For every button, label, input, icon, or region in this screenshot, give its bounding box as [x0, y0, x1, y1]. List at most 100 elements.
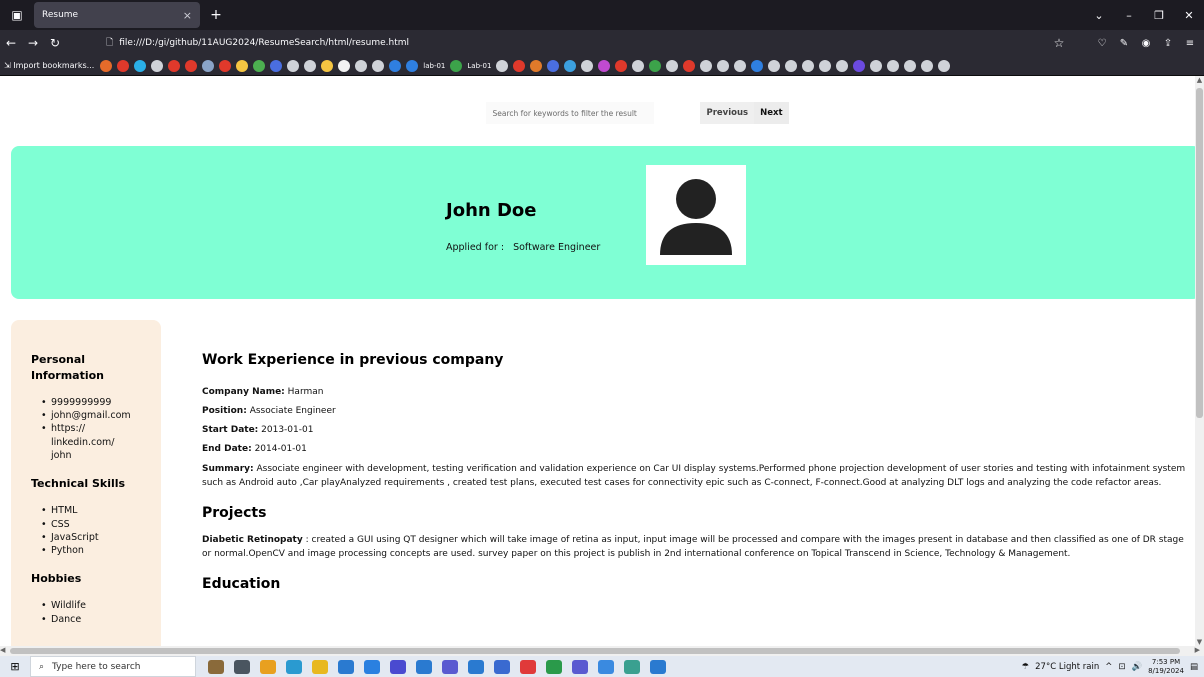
- bookmark-favicon-icon[interactable]: [338, 59, 351, 72]
- bookmark-favicon-icon[interactable]: [168, 59, 181, 72]
- bookmark-label[interactable]: lab-01: [423, 62, 445, 70]
- taskbar-app-icon[interactable]: [234, 659, 250, 674]
- bookmark-label[interactable]: Lab-01: [467, 62, 491, 70]
- bookmark-favicon-icon[interactable]: [321, 59, 334, 72]
- taskbar-app-icon[interactable]: [572, 659, 588, 674]
- bookmark-favicon-icon[interactable]: [202, 59, 215, 72]
- bookmark-favicon-icon[interactable]: [253, 59, 266, 72]
- minimize-icon[interactable]: –: [1114, 9, 1144, 22]
- bookmark-favicon-icon[interactable]: [921, 59, 934, 72]
- taskbar-app-icon[interactable]: [624, 659, 640, 674]
- tray-chevron-up-icon[interactable]: ^: [1105, 662, 1112, 672]
- bookmark-favicon-icon[interactable]: [819, 59, 832, 72]
- menu-hamburger-icon[interactable]: ≡: [1182, 38, 1198, 49]
- taskbar-app-icon[interactable]: [364, 659, 380, 674]
- bookmark-favicon-icon[interactable]: [581, 59, 594, 72]
- bookmark-favicon-icon[interactable]: [938, 59, 951, 72]
- bookmark-favicon-icon[interactable]: [785, 59, 798, 72]
- windows-start-icon[interactable]: ⊞: [0, 660, 30, 673]
- bookmark-star-icon[interactable]: ☆: [1024, 36, 1094, 50]
- bookmark-favicon-icon[interactable]: [304, 59, 317, 72]
- tab-list-icon[interactable]: ▣: [6, 4, 28, 26]
- scroll-left-icon[interactable]: ◀: [0, 646, 5, 654]
- bookmark-favicon-icon[interactable]: [632, 59, 645, 72]
- horizontal-scrollbar[interactable]: ◀ ▶: [0, 646, 1204, 656]
- new-tab-button[interactable]: +: [204, 7, 228, 23]
- bookmark-favicon-icon[interactable]: [802, 59, 815, 72]
- browser-tab-resume[interactable]: Resume ×: [34, 2, 200, 28]
- url-bar[interactable]: 🗋 file:///D:/gi/github/11AUG2024/ResumeS…: [106, 32, 1016, 54]
- bookmark-favicon-icon[interactable]: [598, 59, 611, 72]
- clock[interactable]: 7:53 PM 8/19/2024: [1148, 658, 1184, 675]
- bookmark-favicon-icon[interactable]: [666, 59, 679, 72]
- scroll-down-icon[interactable]: ▼: [1195, 638, 1204, 646]
- bookmark-favicon-icon[interactable]: [406, 59, 419, 72]
- bookmark-favicon-icon[interactable]: [700, 59, 713, 72]
- bookmark-favicon-icon[interactable]: [887, 59, 900, 72]
- bookmark-favicon-icon[interactable]: [649, 59, 662, 72]
- window-close-icon[interactable]: ✕: [1174, 9, 1204, 22]
- bookmark-favicon-icon[interactable]: [389, 59, 402, 72]
- taskbar-app-icon[interactable]: [650, 659, 666, 674]
- taskbar-app-icon[interactable]: [390, 659, 406, 674]
- bookmark-favicon-icon[interactable]: [564, 59, 577, 72]
- bookmark-favicon-icon[interactable]: [615, 59, 628, 72]
- reload-icon[interactable]: ↻: [44, 36, 66, 50]
- taskbar-app-icon[interactable]: [546, 659, 562, 674]
- bookmark-favicon-icon[interactable]: [768, 59, 781, 72]
- bookmark-favicon-icon[interactable]: [287, 59, 300, 72]
- tab-overflow-chevron-icon[interactable]: ⌄: [1084, 9, 1114, 22]
- bookmark-favicon-icon[interactable]: [717, 59, 730, 72]
- horizontal-scroll-thumb[interactable]: [10, 648, 1180, 654]
- vertical-scroll-thumb[interactable]: [1196, 88, 1203, 418]
- bookmark-favicon-icon[interactable]: [836, 59, 849, 72]
- back-arrow-icon[interactable]: ←: [0, 36, 22, 50]
- scroll-right-icon[interactable]: ▶: [1195, 646, 1200, 654]
- bookmark-favicon-icon[interactable]: [751, 59, 764, 72]
- taskbar-app-icon[interactable]: [520, 659, 536, 674]
- taskbar-app-icon[interactable]: [312, 659, 328, 674]
- bookmark-favicon-icon[interactable]: [185, 59, 198, 72]
- taskbar-app-icon[interactable]: [208, 659, 224, 674]
- forward-arrow-icon[interactable]: →: [22, 36, 44, 50]
- taskbar-app-icon[interactable]: [286, 659, 302, 674]
- network-icon[interactable]: ⊡: [1118, 662, 1125, 672]
- import-bookmarks-link[interactable]: ⇲ Import bookmarks...: [4, 61, 94, 70]
- bookmark-favicon-icon[interactable]: [270, 59, 283, 72]
- bookmark-favicon-icon[interactable]: [372, 59, 385, 72]
- bookmark-favicon-icon[interactable]: [513, 59, 526, 72]
- extension-icon[interactable]: ✎: [1116, 38, 1132, 49]
- bookmark-favicon-icon[interactable]: [219, 59, 232, 72]
- scroll-up-icon[interactable]: ▲: [1195, 76, 1204, 84]
- bookmark-favicon-icon[interactable]: [355, 59, 368, 72]
- taskbar-app-icon[interactable]: [442, 659, 458, 674]
- bookmark-favicon-icon[interactable]: [496, 59, 509, 72]
- bookmark-favicon-icon[interactable]: [683, 59, 696, 72]
- vertical-scrollbar[interactable]: ▲ ▼: [1195, 76, 1204, 646]
- taskbar-app-icon[interactable]: [260, 659, 276, 674]
- bookmark-favicon-icon[interactable]: [100, 59, 113, 72]
- bookmark-favicon-icon[interactable]: [547, 59, 560, 72]
- bookmark-favicon-icon[interactable]: [853, 59, 866, 72]
- taskbar-app-icon[interactable]: [598, 659, 614, 674]
- share-icon[interactable]: ⇪: [1160, 38, 1176, 49]
- taskbar-app-icon[interactable]: [416, 659, 432, 674]
- search-input[interactable]: [486, 102, 655, 124]
- restore-icon[interactable]: ❐: [1144, 9, 1174, 22]
- bookmark-favicon-icon[interactable]: [117, 59, 130, 72]
- bookmark-favicon-icon[interactable]: [870, 59, 883, 72]
- taskbar-app-icon[interactable]: [338, 659, 354, 674]
- bookmark-favicon-icon[interactable]: [151, 59, 164, 72]
- bookmark-favicon-icon[interactable]: [904, 59, 917, 72]
- bookmark-favicon-icon[interactable]: [450, 59, 463, 72]
- bookmark-favicon-icon[interactable]: [530, 59, 543, 72]
- pocket-icon[interactable]: ♡: [1094, 38, 1110, 49]
- notifications-icon[interactable]: ▤: [1190, 662, 1198, 672]
- taskbar-app-icon[interactable]: [468, 659, 484, 674]
- next-button[interactable]: Next: [754, 102, 789, 124]
- taskbar-app-icon[interactable]: [494, 659, 510, 674]
- bookmark-favicon-icon[interactable]: [236, 59, 249, 72]
- taskbar-search[interactable]: ⌕ Type here to search: [30, 656, 196, 677]
- bookmark-favicon-icon[interactable]: [734, 59, 747, 72]
- bookmark-favicon-icon[interactable]: [134, 59, 147, 72]
